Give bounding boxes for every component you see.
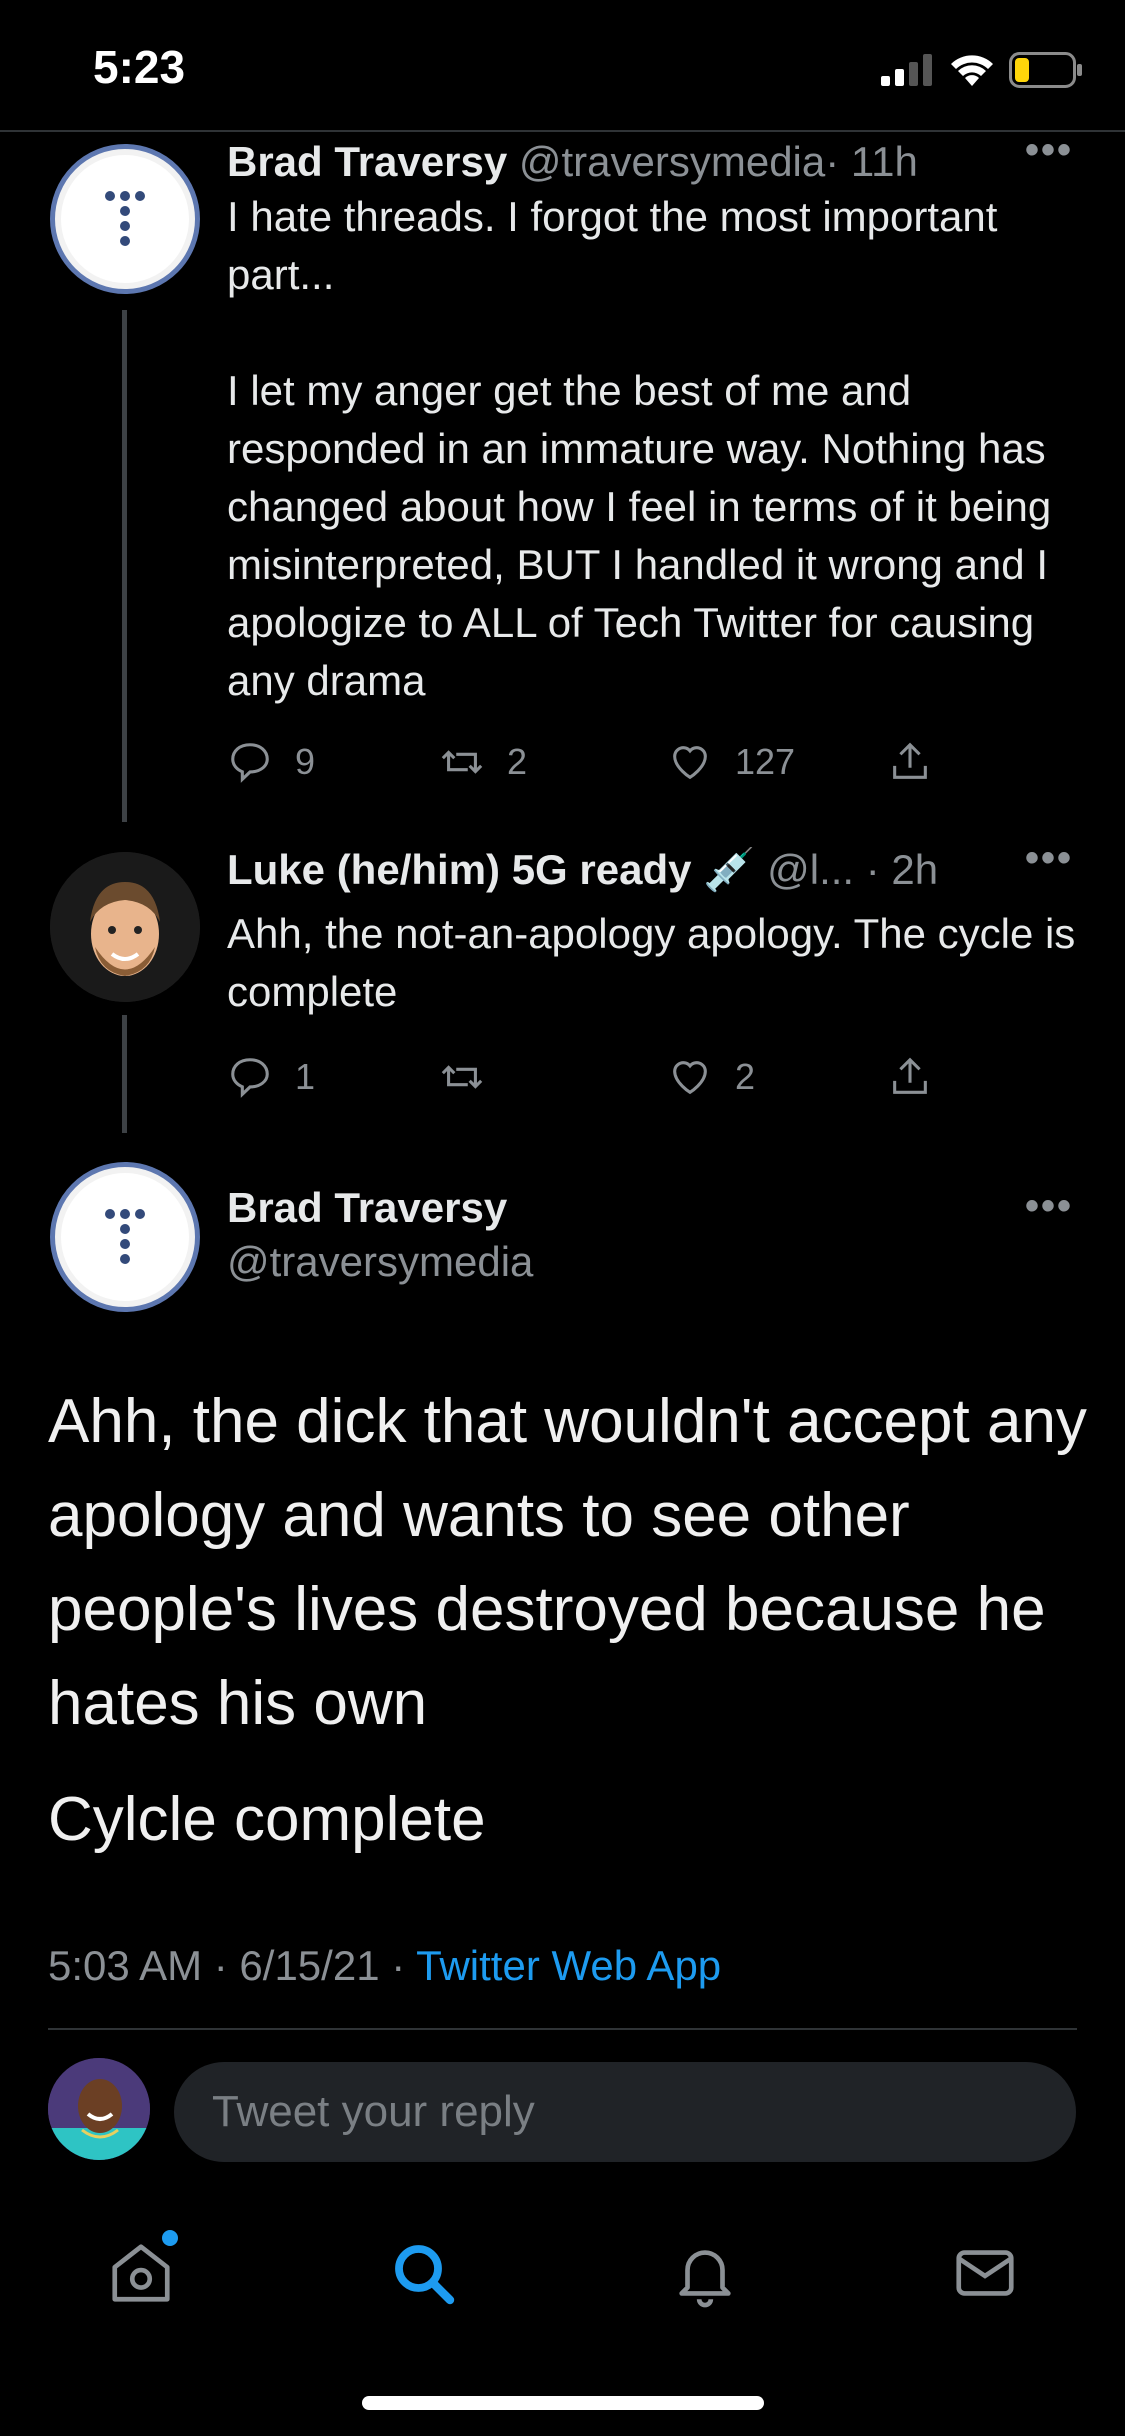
tweet-text: I hate threads. I forgot the most import…: [227, 193, 1052, 704]
avatar[interactable]: [50, 144, 200, 294]
reply-icon: [231, 1058, 269, 1098]
thread-tweet-1[interactable]: Brad Traversy @traversymedia· 11h ••• I …: [0, 128, 1125, 822]
retweet-button[interactable]: [439, 1047, 507, 1107]
tweet-header: Luke (he/him) 5G ready 💉 @l... · 2h: [227, 846, 938, 895]
reply-button[interactable]: 1: [227, 1047, 315, 1107]
tab-messages[interactable]: [940, 2228, 1030, 2318]
share-button[interactable]: [887, 732, 933, 792]
like-button[interactable]: 2: [667, 1047, 755, 1107]
author-handle[interactable]: @traversymedia: [519, 138, 825, 185]
traversy-logo-icon: [105, 191, 145, 246]
thread-tweet-2[interactable]: Luke (he/him) 5G ready 💉 @l... · 2h ••• …: [0, 836, 1125, 1170]
reply-button[interactable]: 9: [227, 732, 315, 792]
traversy-logo-icon: [105, 1209, 145, 1264]
author-name[interactable]: Brad Traversy: [227, 1184, 507, 1232]
heart-icon: [673, 1061, 707, 1095]
home-indicator[interactable]: [362, 2396, 764, 2410]
more-options-icon[interactable]: •••: [1025, 836, 1073, 881]
reply-icon: [231, 743, 269, 783]
tweet-timestamp: 5:03 AM · 6/15/21 · Twitter Web App: [48, 1942, 721, 1990]
tab-notifications[interactable]: [660, 2228, 750, 2318]
tweet-time: · 11h: [825, 138, 918, 185]
new-content-dot: [162, 2230, 178, 2246]
status-time: 5:23: [93, 41, 186, 93]
retweet-icon: [441, 1065, 483, 1089]
tab-search[interactable]: [378, 2228, 468, 2318]
battery-icon: [1009, 52, 1082, 88]
status-icons: [881, 52, 1083, 88]
timestamp-text: 5:03 AM · 6/15/21 ·: [48, 1942, 417, 1989]
author-name[interactable]: Brad Traversy: [227, 138, 507, 185]
divider: [48, 2028, 1077, 2030]
more-options-icon[interactable]: •••: [1025, 1184, 1073, 1229]
messages-icon: [956, 2250, 1014, 2296]
tweet-text: Ahh, the not-an-apology apology. The cyc…: [227, 910, 1087, 1015]
status-bar: 5:23: [0, 0, 1125, 132]
thread-connector: [122, 1015, 127, 1133]
tweet-actions: 1 2: [227, 1047, 1007, 1107]
cartoon-avatar-icon: [50, 852, 200, 1002]
more-options-icon[interactable]: •••: [1025, 128, 1073, 173]
reply-bar: Tweet your reply: [0, 2058, 1125, 2168]
reply-input[interactable]: Tweet your reply: [174, 2062, 1076, 2162]
like-count: 2: [735, 1056, 756, 1097]
avatar[interactable]: [50, 1162, 200, 1312]
share-icon: [893, 1057, 927, 1094]
thread-connector: [122, 310, 127, 822]
bottom-tab-bar: [0, 2218, 1125, 2328]
avatar[interactable]: [50, 852, 200, 1002]
wifi-icon: [951, 55, 993, 86]
heart-icon: [673, 746, 707, 780]
reply-count: 9: [295, 741, 316, 782]
tweet-actions: 9 2 127: [227, 732, 1007, 792]
retweet-count: 2: [507, 741, 528, 782]
tab-home[interactable]: [96, 2228, 186, 2318]
tweet-header: Brad Traversy @traversymedia· 11h: [227, 138, 918, 186]
tweet-text-second-paragraph: Cylcle complete: [48, 1785, 486, 1854]
like-button[interactable]: 127: [667, 732, 795, 792]
share-icon: [893, 742, 927, 779]
notifications-icon: [679, 2250, 731, 2308]
source-link[interactable]: Twitter Web App: [416, 1942, 721, 1989]
share-button[interactable]: [887, 1047, 933, 1107]
retweet-icon: [441, 750, 483, 774]
tweet-text: Ahh, the dick that wouldn't accept any a…: [48, 1387, 1087, 1738]
reply-count: 1: [295, 1056, 316, 1097]
like-count: 127: [735, 741, 796, 782]
retweet-button[interactable]: 2: [439, 732, 527, 792]
author-name[interactable]: Luke (he/him) 5G ready 💉: [227, 846, 755, 893]
author-handle[interactable]: @l...: [767, 846, 854, 893]
user-avatar-image: [48, 2058, 150, 2160]
author-handle[interactable]: @traversymedia: [227, 1238, 533, 1286]
cellular-signal-icon: [881, 54, 932, 86]
search-icon: [395, 2245, 455, 2305]
tweet-time: · 2h: [865, 846, 939, 893]
user-avatar[interactable]: [48, 2058, 150, 2160]
home-icon: [112, 2244, 170, 2302]
